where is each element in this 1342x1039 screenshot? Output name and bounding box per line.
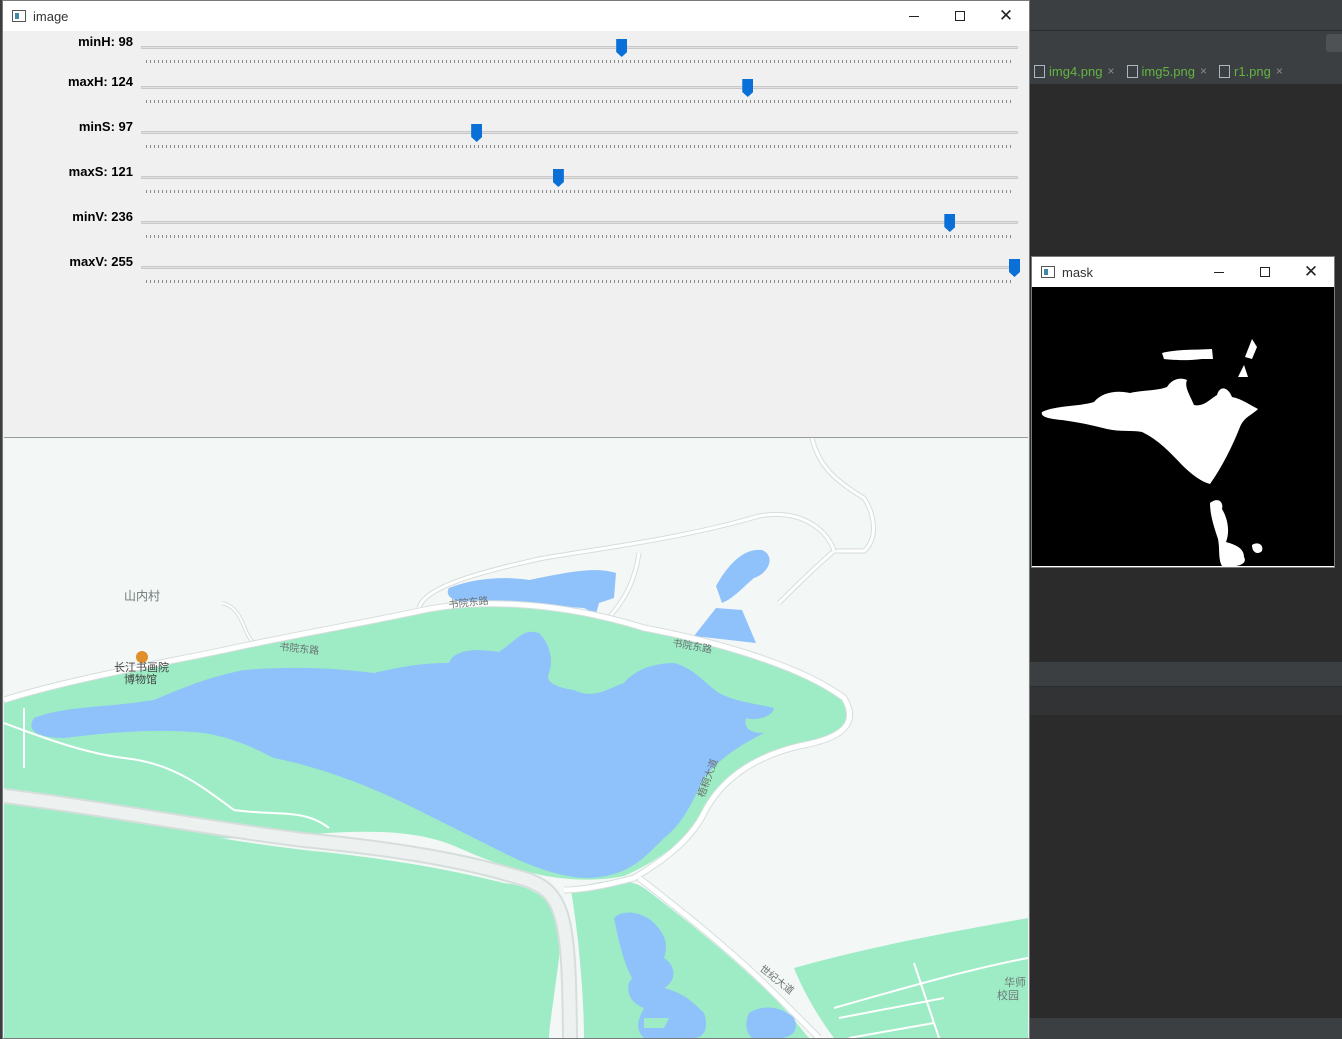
minimize-button[interactable] bbox=[891, 1, 937, 31]
ide-status-bar bbox=[1028, 1018, 1342, 1039]
image-window-titlebar[interactable]: image ✕ bbox=[3, 1, 1029, 31]
mask-image bbox=[1032, 287, 1334, 566]
window-title: mask bbox=[1062, 264, 1094, 280]
close-button[interactable]: ✕ bbox=[983, 1, 1029, 31]
ide-menu-bar bbox=[1028, 0, 1342, 30]
map-corner-label: 华师 bbox=[1004, 975, 1026, 989]
window-title: image bbox=[33, 8, 69, 24]
close-button[interactable]: ✕ bbox=[1288, 257, 1334, 287]
trackbar-track[interactable] bbox=[141, 266, 1018, 269]
trackbar-label: minV: 236 bbox=[72, 209, 133, 224]
editor-tab[interactable]: img4.png × bbox=[1028, 58, 1121, 84]
trackbar-thumb[interactable] bbox=[1009, 259, 1020, 277]
trackbar-ticks bbox=[146, 145, 1014, 148]
ide-editor-tabs: img4.png × img5.png × r1.png × bbox=[1028, 58, 1342, 84]
trackbar-track[interactable] bbox=[141, 86, 1018, 89]
trackbar-minH: minH: 98 bbox=[4, 34, 1028, 70]
window-app-icon bbox=[12, 10, 26, 22]
trackbar-ticks bbox=[146, 280, 1014, 283]
maximize-button[interactable] bbox=[937, 1, 983, 31]
map-corner-label: 校园 bbox=[997, 988, 1019, 1002]
trackbar-ticks bbox=[146, 60, 1014, 63]
mask-window-titlebar[interactable]: mask ✕ bbox=[1032, 257, 1334, 287]
file-icon bbox=[1126, 64, 1138, 78]
image-window: image ✕ minH: 98 maxH: 124 minS: 97 maxS… bbox=[2, 0, 1030, 1039]
trackbar-ticks bbox=[146, 190, 1014, 193]
maximize-icon bbox=[1260, 267, 1270, 277]
file-icon bbox=[1034, 64, 1045, 78]
minimize-icon bbox=[909, 15, 919, 17]
trackbar-ticks bbox=[146, 235, 1014, 238]
close-icon: ✕ bbox=[998, 6, 1014, 25]
trackbar-minV: minV: 236 bbox=[4, 209, 1028, 245]
trackbar-label: maxS: 121 bbox=[68, 164, 133, 179]
ide-run-icon[interactable] bbox=[1326, 34, 1342, 52]
trackbar-thumb[interactable] bbox=[944, 214, 956, 232]
trackbar-thumb[interactable] bbox=[616, 39, 628, 57]
ide-toolbar bbox=[1028, 30, 1342, 59]
file-icon bbox=[1219, 64, 1230, 78]
map-museum-label: 长江书画院 bbox=[114, 660, 169, 674]
trackbar-maxV: maxV: 255 bbox=[4, 254, 1028, 290]
ide-tool-panel-header bbox=[1028, 686, 1342, 715]
editor-tab-label: img5.png bbox=[1141, 63, 1195, 79]
tab-close-icon[interactable]: × bbox=[1107, 64, 1114, 78]
tab-close-icon[interactable]: × bbox=[1200, 64, 1207, 78]
minimize-button[interactable] bbox=[1196, 257, 1242, 287]
trackbar-panel: minH: 98 maxH: 124 minS: 97 maxS: 121 mi… bbox=[4, 32, 1028, 438]
trackbar-label: maxH: 124 bbox=[67, 74, 133, 89]
window-app-icon bbox=[1041, 266, 1055, 278]
close-icon: ✕ bbox=[1303, 262, 1319, 281]
maximize-button[interactable] bbox=[1242, 257, 1288, 287]
trackbar-minS: minS: 97 bbox=[4, 119, 1028, 155]
trackbar-thumb[interactable] bbox=[742, 79, 754, 97]
trackbar-ticks bbox=[146, 100, 1014, 103]
editor-tab[interactable]: img5.png × bbox=[1121, 58, 1214, 84]
trackbar-thumb[interactable] bbox=[552, 169, 564, 187]
trackbar-label: minS: 97 bbox=[78, 119, 133, 134]
trackbar-label: maxV: 255 bbox=[69, 254, 133, 269]
map-village-label: 山内村 bbox=[124, 589, 160, 603]
editor-tab[interactable]: r1.png × bbox=[1213, 58, 1289, 84]
trackbar-label: minH: 98 bbox=[78, 34, 133, 49]
trackbar-track[interactable] bbox=[141, 221, 1018, 224]
map-museum-label: 博物馆 bbox=[124, 672, 157, 686]
trackbar-track[interactable] bbox=[141, 46, 1018, 49]
map-image: 山内村 长江书画院 博物馆 书院东路 书院东路 书院东路 梧桐大道 世纪大道 华… bbox=[4, 438, 1028, 1038]
trackbar-track[interactable] bbox=[141, 176, 1018, 179]
trackbar-maxH: maxH: 124 bbox=[4, 74, 1028, 110]
trackbar-maxS: maxS: 121 bbox=[4, 164, 1028, 200]
trackbar-thumb[interactable] bbox=[471, 124, 483, 142]
editor-tab-label: r1.png bbox=[1234, 63, 1271, 79]
mask-window: mask ✕ bbox=[1031, 256, 1335, 568]
minimize-icon bbox=[1214, 271, 1224, 273]
editor-tab-label: img4.png bbox=[1049, 63, 1103, 79]
maximize-icon bbox=[955, 11, 965, 21]
tab-close-icon[interactable]: × bbox=[1276, 64, 1283, 78]
trackbar-track[interactable] bbox=[141, 131, 1018, 134]
